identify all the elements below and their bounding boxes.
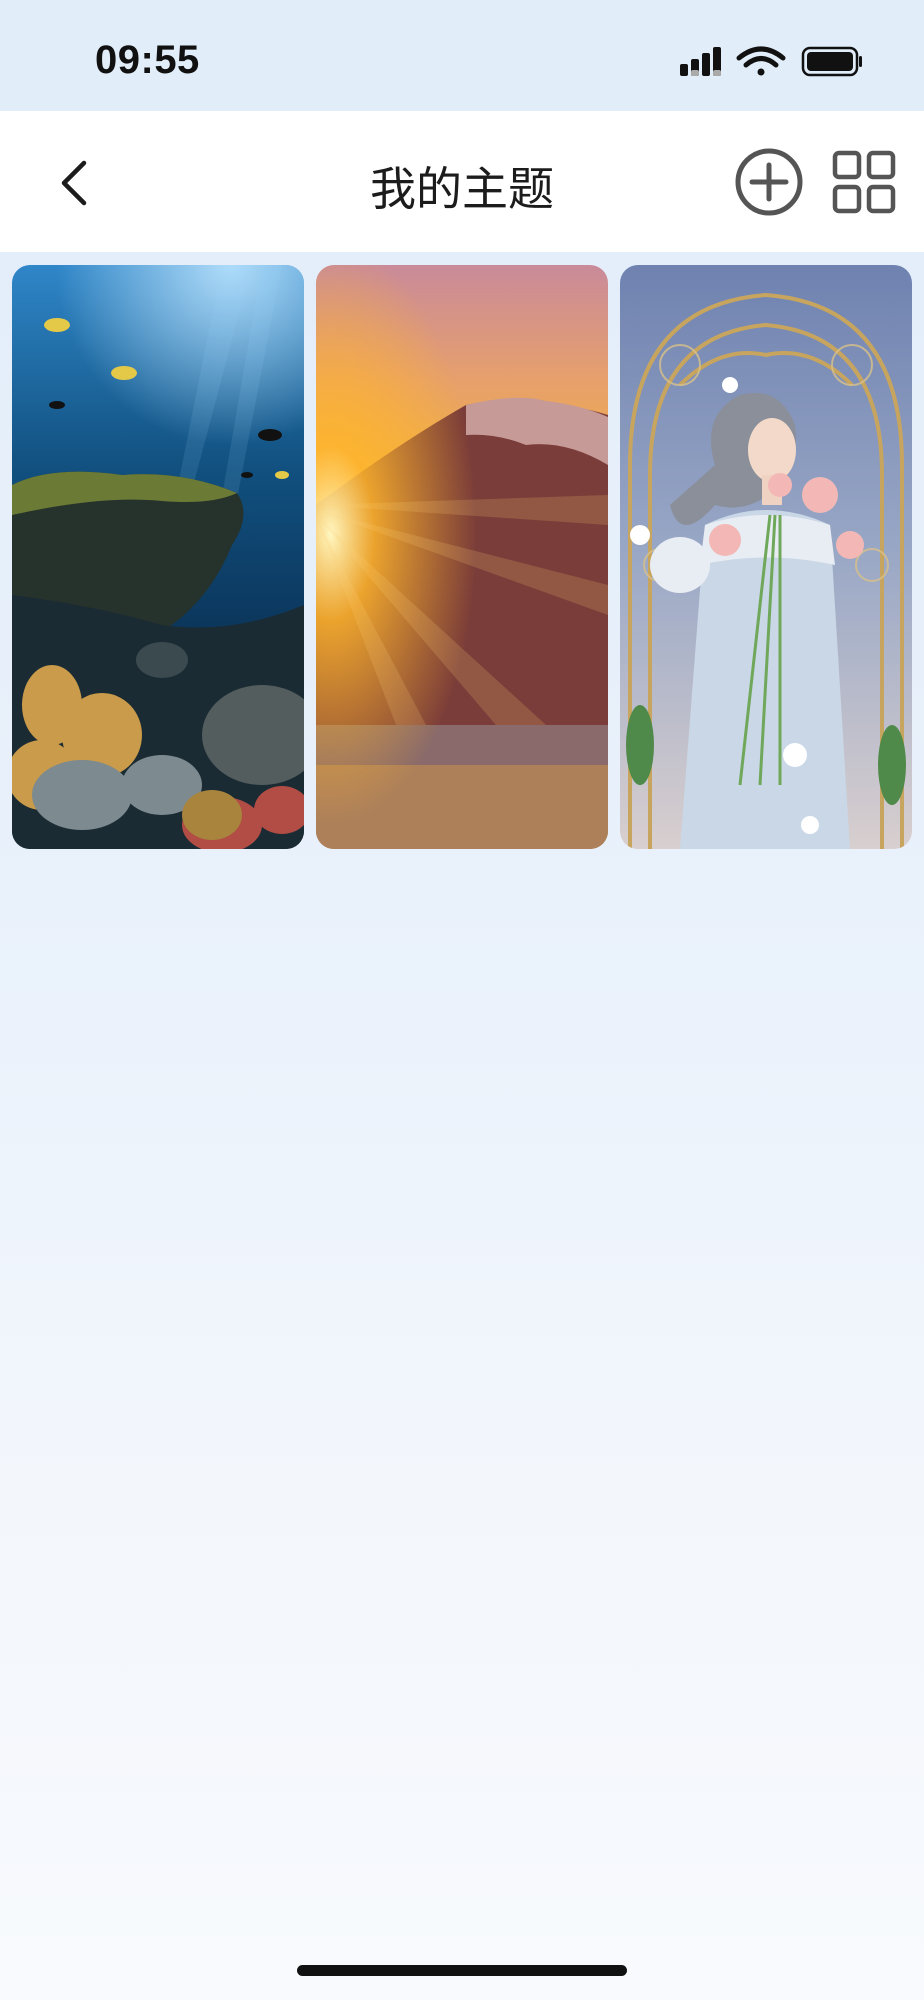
theme-card-girl-flowers[interactable] <box>620 265 912 849</box>
battery-icon <box>801 46 862 77</box>
add-theme-button[interactable] <box>732 145 806 219</box>
status-bar: 09:55 <box>0 0 924 111</box>
status-time: 09:55 <box>95 38 200 82</box>
home-indicator[interactable] <box>297 1965 627 1976</box>
status-icons <box>680 46 862 77</box>
theme-card-underwater[interactable] <box>12 265 304 849</box>
plus-circle-icon <box>735 148 803 216</box>
underwater-reef-image <box>12 265 304 849</box>
wifi-icon <box>736 46 786 76</box>
theme-card-mountain-sunset[interactable] <box>316 265 608 849</box>
theme-list <box>12 265 912 851</box>
grid-icon <box>832 150 896 214</box>
grid-view-button[interactable] <box>830 148 898 216</box>
cellular-signal-icon <box>680 47 721 76</box>
mountain-sunset-image <box>316 265 608 849</box>
navigation-bar: 我的主题 <box>0 111 924 252</box>
girl-with-flowers-image <box>620 265 912 849</box>
